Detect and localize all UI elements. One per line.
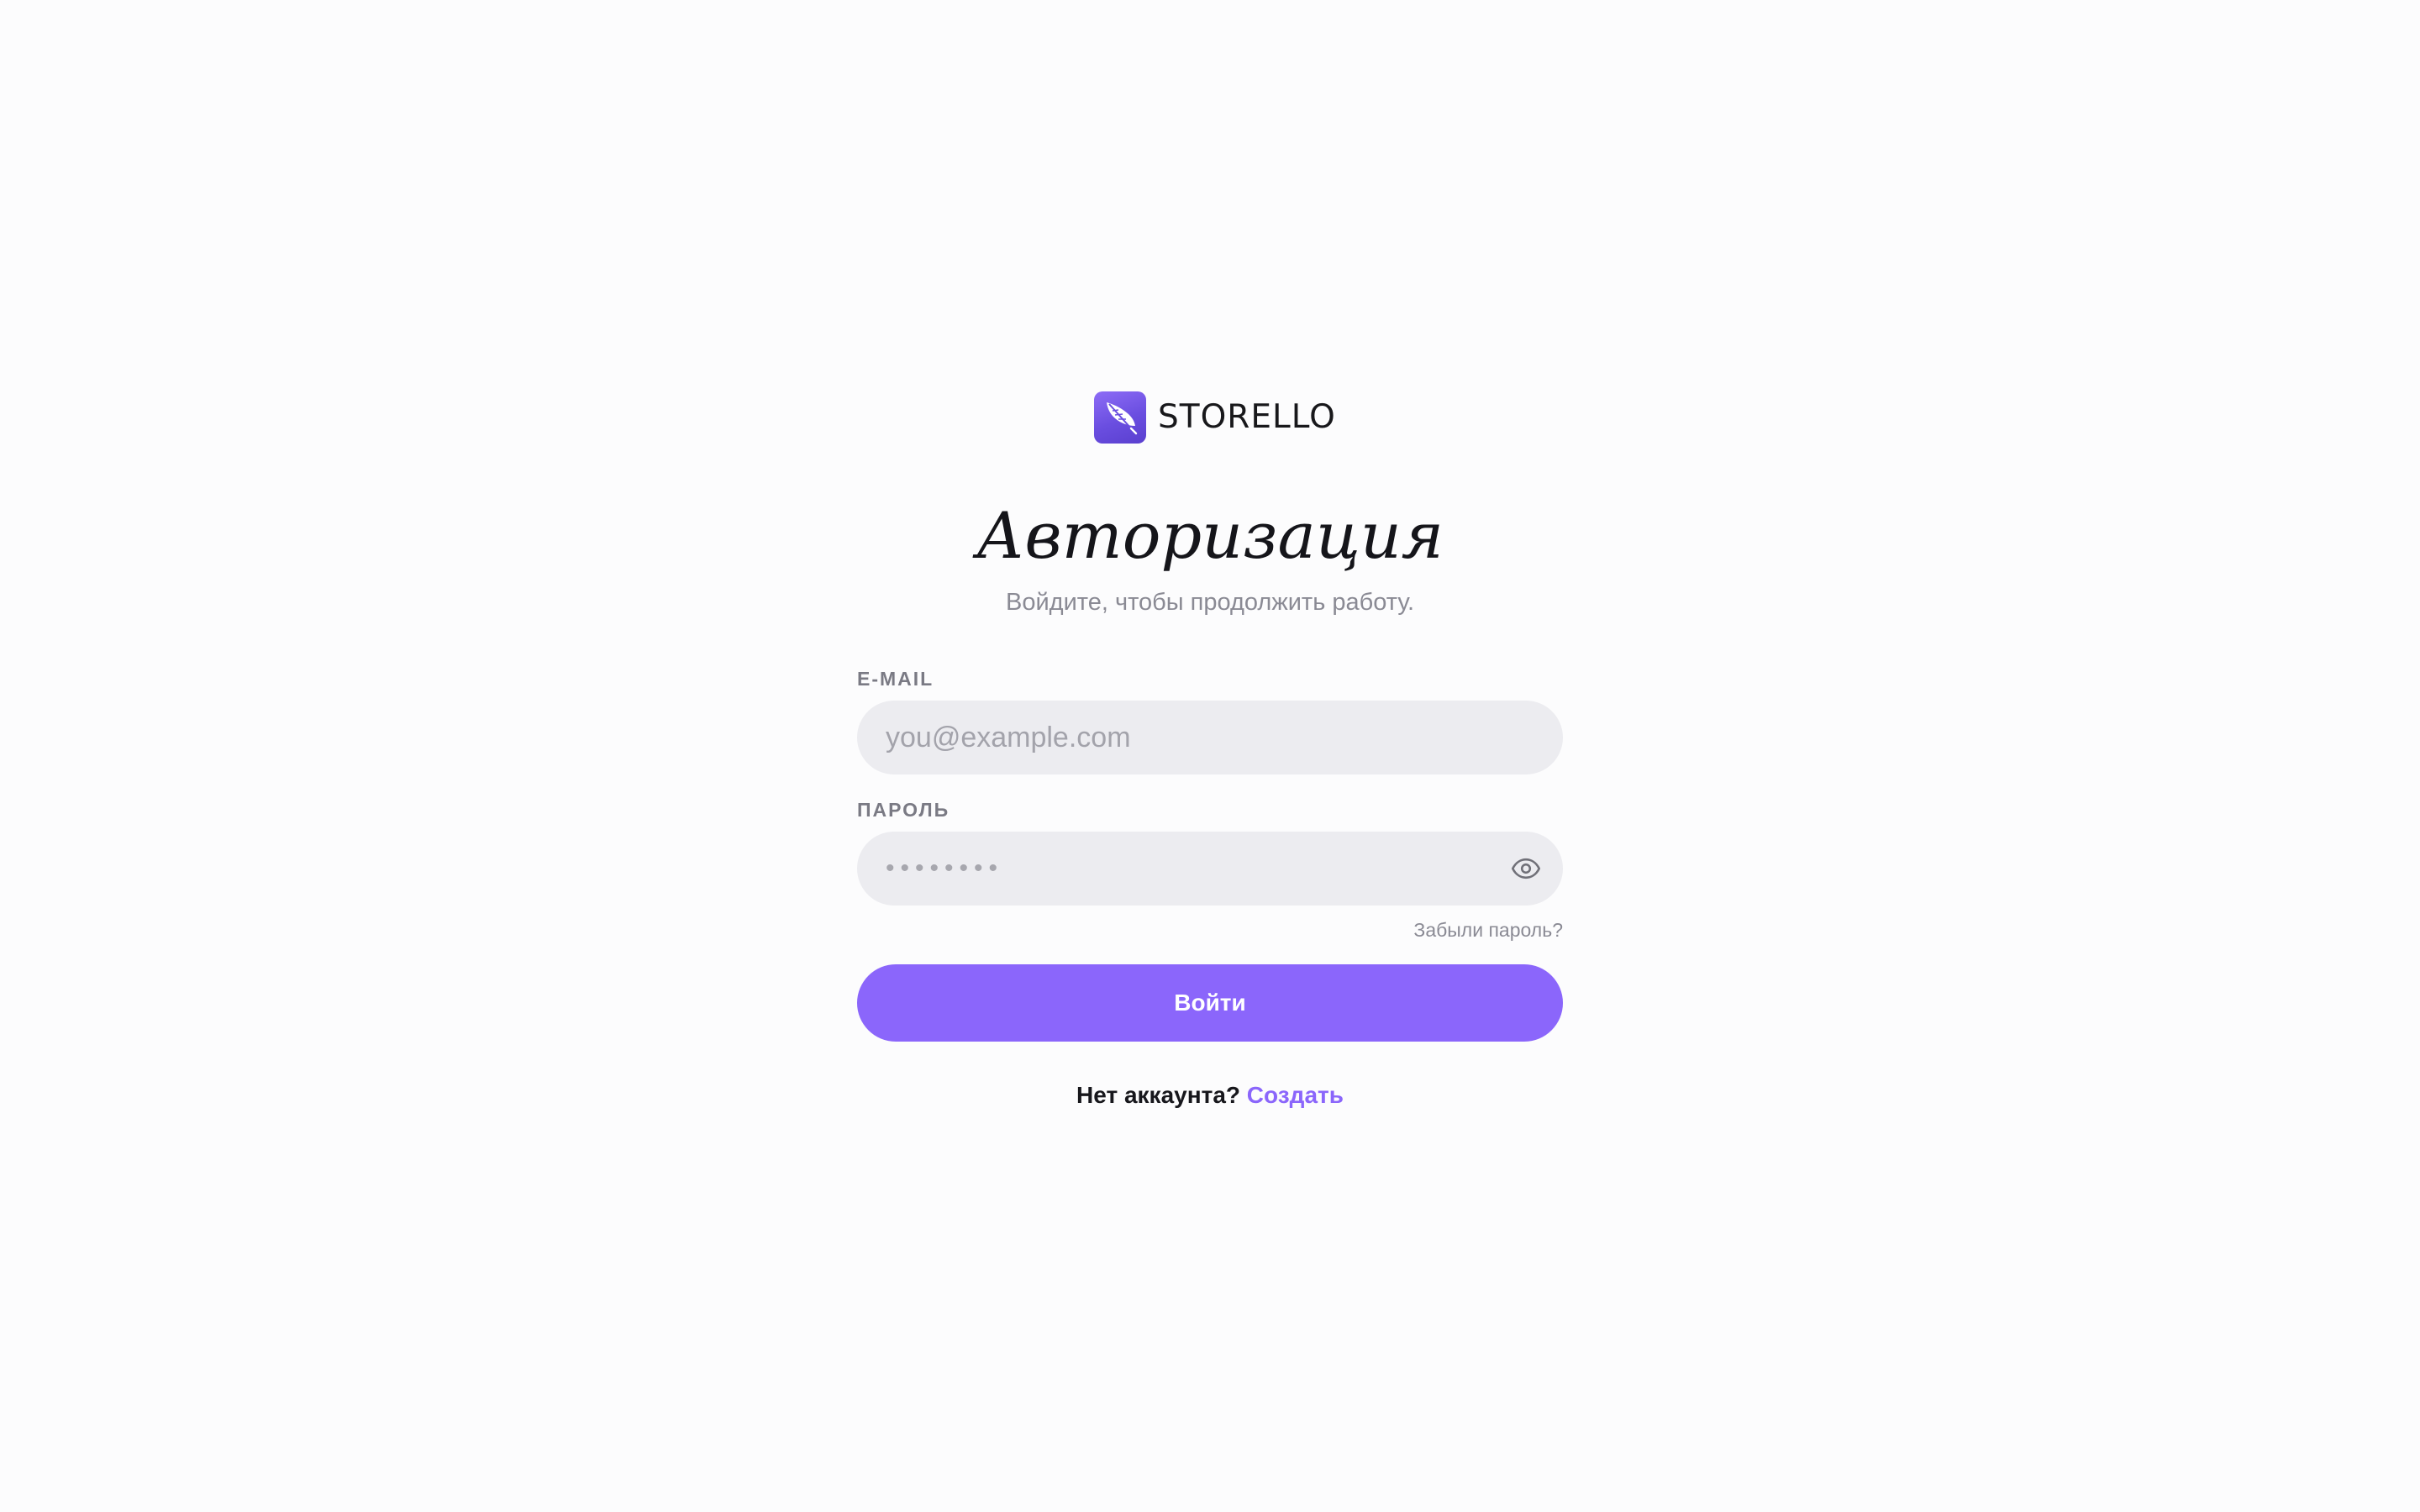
email-label: E-MAIL bbox=[857, 668, 934, 690]
email-field[interactable] bbox=[857, 701, 1563, 774]
signup-row: Нет аккаунта? Создать bbox=[857, 1080, 1563, 1110]
signup-link[interactable]: Создать bbox=[1247, 1082, 1344, 1108]
email-field-wrapper bbox=[857, 701, 1563, 774]
forgot-password-link[interactable]: Забыли пароль? bbox=[1413, 917, 1563, 942]
brand-name: STORELLO bbox=[1158, 398, 1336, 436]
signup-prompt: Нет аккаунта? bbox=[1076, 1082, 1241, 1108]
password-label: ПАРОЛЬ bbox=[857, 799, 950, 821]
forgot-row: Забыли пароль? bbox=[857, 906, 1563, 956]
login-button[interactable]: Войти bbox=[857, 964, 1563, 1042]
brand: STORELLO bbox=[1094, 391, 1336, 444]
login-form: E-MAIL ПАРОЛЬ Забыли пароль? Войти Нет а… bbox=[857, 664, 1563, 1110]
page-title: Авторизация bbox=[976, 498, 1444, 573]
password-field[interactable] bbox=[857, 832, 1563, 906]
eye-icon[interactable] bbox=[1511, 853, 1541, 884]
password-field-wrapper bbox=[857, 832, 1563, 906]
feather-icon bbox=[1094, 391, 1146, 444]
page-subtitle: Войдите, чтобы продолжить работу. bbox=[1005, 589, 1415, 616]
